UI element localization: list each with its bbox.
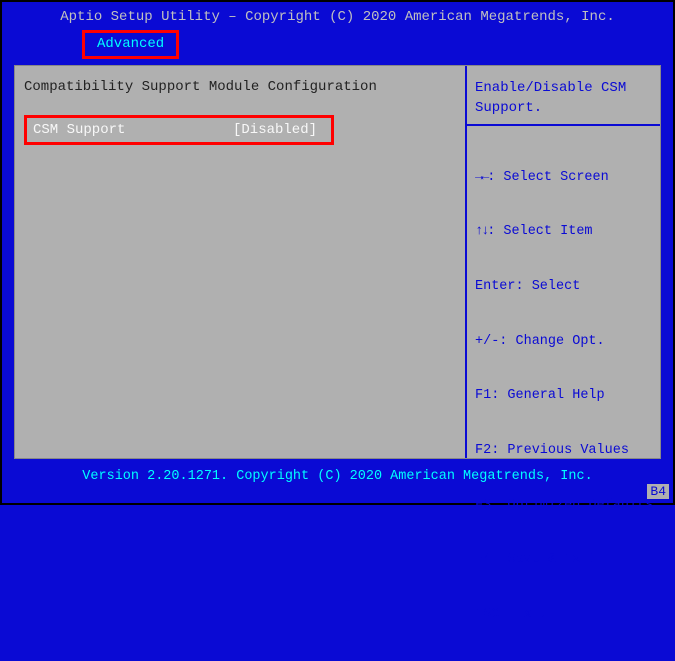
setting-value: [Disabled] — [233, 122, 317, 138]
bios-header: Aptio Setup Utility – Copyright (C) 2020… — [2, 2, 673, 59]
help-panel: Enable/Disable CSM Support. : Select Scr… — [465, 65, 661, 459]
hotkey-f1: F1: General Help — [475, 387, 653, 405]
section-title: Compatibility Support Module Configurati… — [24, 79, 455, 95]
panel-divider — [467, 124, 661, 126]
hotkey-f2: F2: Previous Values — [475, 442, 653, 460]
setting-label: CSM Support — [33, 122, 233, 138]
arrow-left-right-icon — [475, 170, 487, 185]
setting-csm-support[interactable]: CSM Support [Disabled] — [24, 115, 334, 145]
arrow-up-down-icon — [475, 224, 487, 239]
hotkey-f4: F4: Save & Exit — [475, 551, 653, 569]
hotkey-esc: ESC: Exit — [475, 606, 653, 624]
hotkeys-list: : Select Screen : Select Item Enter: Sel… — [475, 132, 653, 660]
tab-advanced[interactable]: Advanced — [82, 30, 179, 60]
hotkey-change: +/-: Change Opt. — [475, 333, 653, 351]
tab-row: Advanced — [12, 30, 663, 60]
hotkey-f3: F3: Optimized Defaults — [475, 497, 653, 515]
settings-panel: Compatibility Support Module Configurati… — [14, 65, 465, 459]
hotkey-select-screen: : Select Screen — [475, 169, 653, 187]
header-title: Aptio Setup Utility – Copyright (C) 2020… — [12, 8, 663, 28]
corner-badge: B4 — [647, 484, 669, 499]
main-frame: Compatibility Support Module Configurati… — [12, 63, 663, 461]
help-text: Enable/Disable CSM Support. — [475, 79, 653, 118]
hotkey-select-item: : Select Item — [475, 223, 653, 241]
hotkey-enter: Enter: Select — [475, 278, 653, 296]
